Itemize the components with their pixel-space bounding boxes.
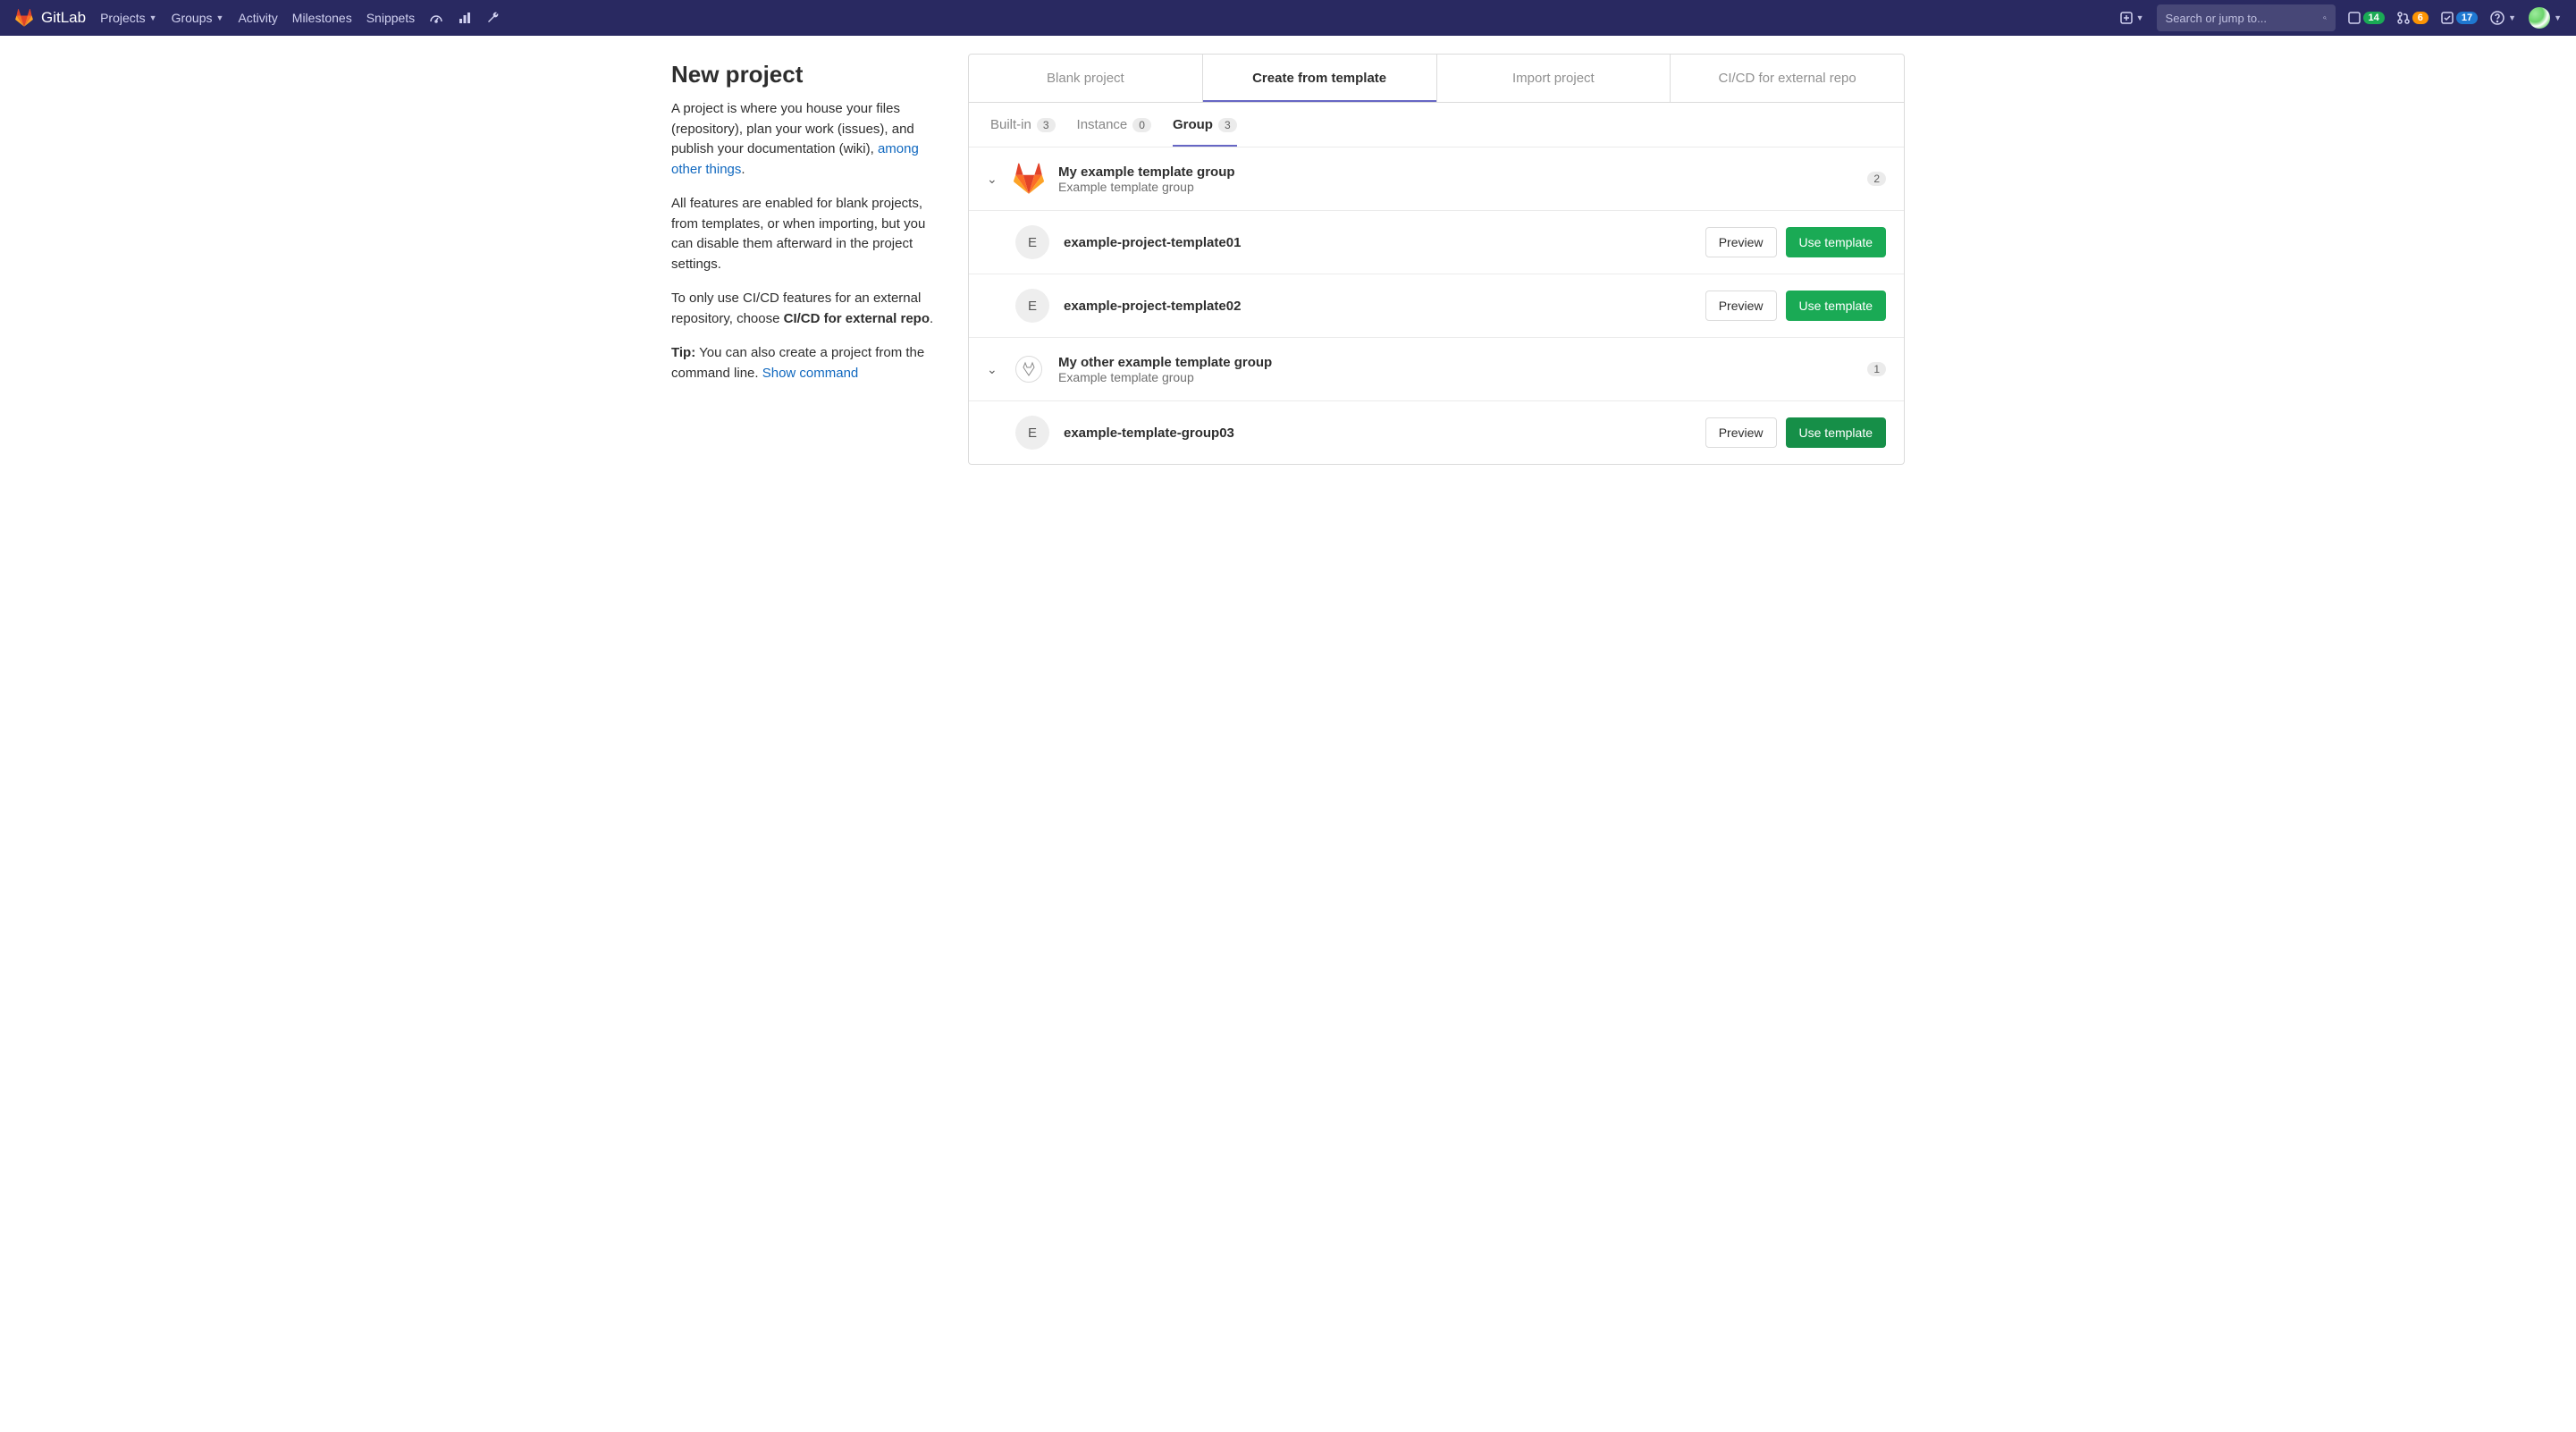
chevron-down-icon: ▼ [149, 13, 157, 22]
nav-todos[interactable]: 17 [2441, 12, 2478, 24]
merge-request-icon [2397, 12, 2410, 24]
template-row: E example-project-template02 Preview Use… [969, 274, 1904, 338]
nav-issues[interactable]: 14 [2348, 12, 2385, 24]
group-header[interactable]: ⌄ My other example template group Exampl… [969, 338, 1904, 401]
nav-projects[interactable]: Projects▼ [100, 11, 157, 25]
brand[interactable]: GitLab [14, 8, 86, 28]
nav-user-menu[interactable]: ▼ [2529, 7, 2562, 29]
nav-plus[interactable]: ▼ [2120, 12, 2144, 24]
show-command-link[interactable]: Show command [762, 366, 859, 381]
nav-merge-requests[interactable]: 6 [2397, 12, 2429, 24]
template-avatar: E [1015, 289, 1049, 323]
template-name: example-project-template02 [1064, 299, 1691, 314]
preview-button[interactable]: Preview [1705, 227, 1777, 257]
todos-icon [2441, 12, 2454, 24]
group-name: My other example template group [1058, 355, 1272, 370]
info-p3: To only use CI/CD features for an extern… [671, 289, 939, 329]
gitlab-logo-icon [1012, 162, 1046, 196]
issues-icon [2348, 12, 2361, 24]
subtab-instance[interactable]: Instance0 [1077, 103, 1151, 147]
nav-gauge-icon[interactable] [429, 11, 443, 25]
preview-button[interactable]: Preview [1705, 417, 1777, 448]
template-source-tabs: Built-in3 Instance0 Group3 [969, 103, 1904, 147]
use-template-button[interactable]: Use template [1786, 417, 1886, 448]
page-container: New project A project is where you house… [636, 36, 1940, 483]
tanuki-outline-icon [1021, 361, 1037, 377]
global-search[interactable] [2157, 4, 2336, 31]
info-p1: A project is where you house your files … [671, 99, 939, 180]
group-name: My example template group [1058, 164, 1235, 180]
brand-text: GitLab [41, 9, 86, 27]
chevron-down-icon: ▼ [216, 13, 224, 22]
chevron-down-icon[interactable]: ⌄ [987, 362, 999, 377]
subtab-builtin[interactable]: Built-in3 [990, 103, 1056, 147]
tab-create-from-template[interactable]: Create from template [1203, 55, 1437, 102]
user-avatar [2529, 7, 2550, 29]
info-sidebar: New project A project is where you house… [671, 54, 939, 465]
preview-button[interactable]: Preview [1705, 291, 1777, 321]
subtab-group[interactable]: Group3 [1173, 103, 1237, 147]
template-avatar: E [1015, 225, 1049, 259]
info-p4: Tip: You can also create a project from … [671, 343, 939, 383]
page-title: New project [671, 61, 939, 88]
gitlab-logo-icon [14, 8, 34, 28]
nav-snippets[interactable]: Snippets [366, 11, 415, 25]
search-input[interactable] [2166, 12, 2323, 25]
use-template-button[interactable]: Use template [1786, 227, 1886, 257]
nav-wrench-icon[interactable] [486, 11, 501, 25]
instance-count: 0 [1132, 118, 1151, 132]
tab-cicd-external[interactable]: CI/CD for external repo [1671, 55, 1904, 102]
group-header[interactable]: ⌄ My example template group Example temp… [969, 147, 1904, 211]
todo-count: 17 [2456, 12, 2478, 24]
nav-chart-icon[interactable] [458, 11, 472, 25]
group-description: Example template group [1058, 180, 1235, 194]
group-count: 3 [1218, 118, 1237, 132]
group-description: Example template group [1058, 370, 1272, 384]
project-type-tabs: Blank project Create from template Impor… [969, 55, 1904, 103]
template-name: example-project-template01 [1064, 235, 1691, 250]
builtin-count: 3 [1037, 118, 1056, 132]
nav-activity[interactable]: Activity [238, 11, 277, 25]
search-icon [2323, 12, 2327, 24]
info-p2: All features are enabled for blank proje… [671, 194, 939, 274]
mr-count: 6 [2412, 12, 2429, 24]
nav-help[interactable]: ▼ [2490, 11, 2516, 25]
issues-count: 14 [2363, 12, 2385, 24]
top-navbar: GitLab Projects▼ Groups▼ Activity Milest… [0, 0, 2576, 36]
group-avatar [1012, 352, 1046, 386]
tab-blank-project[interactable]: Blank project [969, 55, 1203, 102]
tab-import-project[interactable]: Import project [1437, 55, 1671, 102]
nav-groups[interactable]: Groups▼ [172, 11, 224, 25]
template-avatar: E [1015, 416, 1049, 450]
template-name: example-template-group03 [1064, 425, 1691, 441]
chevron-down-icon: ▼ [2136, 13, 2144, 22]
nav-milestones[interactable]: Milestones [292, 11, 352, 25]
use-template-button[interactable]: Use template [1786, 291, 1886, 321]
chevron-down-icon: ▼ [2554, 13, 2562, 22]
chevron-down-icon: ▼ [2508, 13, 2516, 22]
group-avatar [1012, 162, 1046, 196]
chevron-down-icon[interactable]: ⌄ [987, 172, 999, 187]
template-row: E example-template-group03 Preview Use t… [969, 401, 1904, 464]
template-row: E example-project-template01 Preview Use… [969, 211, 1904, 274]
main-panel: Blank project Create from template Impor… [968, 54, 1905, 465]
group-template-count: 1 [1867, 362, 1886, 376]
group-template-count: 2 [1867, 172, 1886, 186]
